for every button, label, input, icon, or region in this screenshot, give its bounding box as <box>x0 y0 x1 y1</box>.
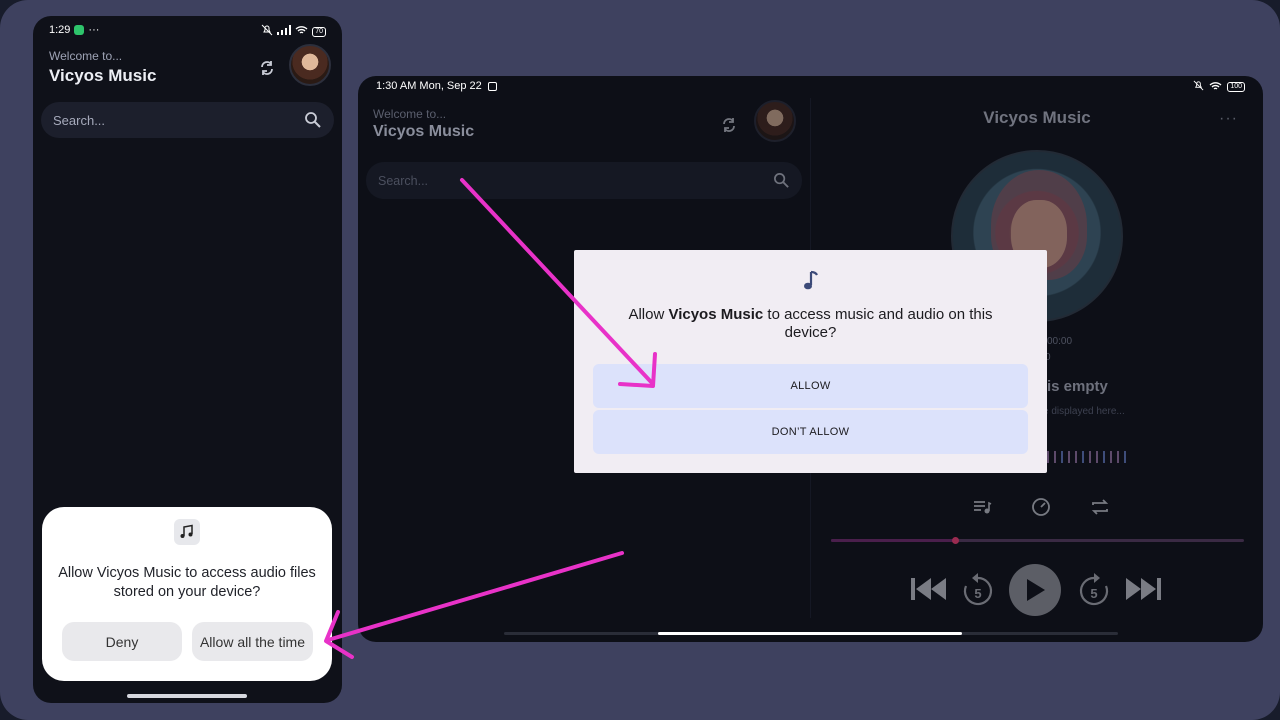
search-icon[interactable] <box>304 111 322 129</box>
search-bar[interactable]: Search... <box>41 102 334 138</box>
forward-5-icon[interactable]: 5 <box>1077 572 1111 613</box>
gesture-bar-highlight <box>658 632 962 635</box>
search-placeholder: Search... <box>53 113 106 128</box>
music-note-icon <box>174 519 200 545</box>
welcome-label: Welcome to... <box>373 107 447 121</box>
seek-handle[interactable] <box>951 537 959 544</box>
previous-icon[interactable] <box>911 576 947 607</box>
player-options-row <box>971 496 1111 520</box>
status-more: ··· <box>88 24 100 36</box>
search-placeholder: Search... <box>378 174 429 188</box>
more-options-icon[interactable]: ··· <box>1219 110 1238 128</box>
welcome-label: Welcome to... <box>49 49 123 63</box>
dont-allow-button[interactable]: DON’T ALLOW <box>593 410 1028 454</box>
current-time: 00:00 <box>1047 336 1073 347</box>
battery-icon: 100 <box>1227 82 1245 92</box>
allow-all-the-time-button[interactable]: Allow all the time <box>192 622 313 661</box>
screenshot-canvas: 1:29 ··· 70 Welcome to... Vicyos Music S… <box>0 0 1280 720</box>
seek-progress <box>831 539 955 542</box>
refresh-icon[interactable] <box>719 115 739 135</box>
search-bar[interactable]: Search... <box>366 162 802 199</box>
notification-icon <box>487 81 497 91</box>
seek-bar[interactable] <box>831 537 1244 544</box>
permission-message: Allow Vicyos Music to access audio files… <box>58 565 316 600</box>
avatar[interactable] <box>289 44 331 86</box>
app-title: Vicyos Music <box>373 123 475 140</box>
forward-seconds: 5 <box>1090 586 1097 601</box>
mute-icon <box>261 24 273 39</box>
avatar[interactable] <box>754 100 796 142</box>
phone-status-bar: 1:29 ··· 70 <box>33 16 342 44</box>
repeat-icon[interactable] <box>1089 496 1111 518</box>
app-title: Vicyos Music <box>49 66 157 85</box>
queue-icon[interactable] <box>971 496 993 518</box>
permission-message-suffix: to access music and audio on this device… <box>763 306 993 341</box>
messages-icon <box>74 25 85 35</box>
signal-icon <box>277 25 292 38</box>
tablet-screen: 1:30 AM Mon, Sep 22 100 Welcome to... Vi… <box>358 76 1263 642</box>
rewind-5-icon[interactable]: 5 <box>961 572 995 613</box>
speed-icon[interactable] <box>1030 496 1052 518</box>
tablet-gesture-bar[interactable] <box>504 632 1118 635</box>
music-note-icon <box>802 270 820 292</box>
phone-screen: 1:29 ··· 70 Welcome to... Vicyos Music S… <box>33 16 342 703</box>
allow-button[interactable]: ALLOW <box>593 364 1028 408</box>
gesture-bar[interactable] <box>127 694 247 698</box>
search-icon[interactable] <box>773 172 790 189</box>
tablet-status-bar: 1:30 AM Mon, Sep 22 100 <box>358 76 1263 98</box>
status-time: 1:29 <box>49 24 71 36</box>
permission-dialog: Allow Vicyos Music to access audio files… <box>42 507 332 681</box>
status-time: 1:30 AM Mon, Sep 22 <box>376 80 482 92</box>
permission-message: Allow Vicyos Music to access music and a… <box>604 306 1017 342</box>
playback-controls: 5 5 <box>911 564 1173 616</box>
queue-hint-label: e displayed here... <box>1043 406 1125 417</box>
play-button[interactable] <box>1009 564 1061 616</box>
mute-icon <box>1193 80 1204 94</box>
refresh-icon[interactable] <box>257 58 277 78</box>
wifi-icon <box>295 25 308 38</box>
deny-button[interactable]: Deny <box>62 622 182 661</box>
visualizer <box>1047 450 1126 464</box>
rewind-seconds: 5 <box>974 586 981 601</box>
player-title: Vicyos Music <box>983 108 1091 127</box>
battery-icon: 70 <box>312 26 326 37</box>
permission-message-prefix: Allow <box>628 306 669 323</box>
queue-empty-label: is empty <box>1047 378 1108 395</box>
permission-app-name: Vicyos Music <box>668 306 764 323</box>
permission-dialog: Allow Vicyos Music to access music and a… <box>574 250 1047 473</box>
next-icon[interactable] <box>1125 576 1161 607</box>
wifi-icon <box>1209 81 1222 94</box>
